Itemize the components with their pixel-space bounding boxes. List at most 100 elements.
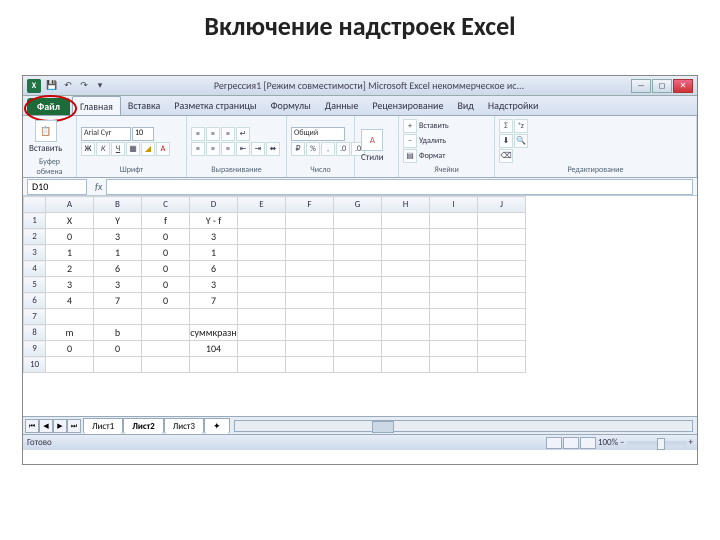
cell[interactable] bbox=[190, 357, 238, 373]
tab-data[interactable]: Данные bbox=[318, 96, 366, 115]
cell[interactable] bbox=[286, 213, 334, 229]
cell[interactable] bbox=[382, 261, 430, 277]
cell[interactable] bbox=[382, 325, 430, 341]
fill-button[interactable]: ⬇ bbox=[499, 134, 513, 148]
cell[interactable]: 3 bbox=[190, 229, 238, 245]
page-break-view-button[interactable] bbox=[580, 437, 596, 449]
cell[interactable]: 1 bbox=[190, 245, 238, 261]
cell[interactable] bbox=[94, 309, 142, 325]
sheet-tab-3[interactable]: Лист3 bbox=[164, 418, 204, 434]
col-A[interactable]: A bbox=[46, 197, 94, 213]
redo-icon[interactable]: ↷ bbox=[77, 79, 91, 93]
italic-button[interactable]: К bbox=[96, 142, 110, 156]
merge-button[interactable]: ⬌ bbox=[266, 142, 280, 156]
sheet-next-button[interactable]: ▶ bbox=[53, 419, 67, 433]
cell[interactable]: X bbox=[46, 213, 94, 229]
qat-dropdown-icon[interactable]: ▾ bbox=[93, 79, 107, 93]
wrap-button[interactable]: ↵ bbox=[236, 127, 250, 141]
cell[interactable] bbox=[430, 325, 478, 341]
cell[interactable] bbox=[334, 229, 382, 245]
col-F[interactable]: F bbox=[286, 197, 334, 213]
col-J[interactable]: J bbox=[478, 197, 526, 213]
cell[interactable]: 104 bbox=[190, 341, 238, 357]
sheet-tab-2[interactable]: Лист2 bbox=[123, 418, 164, 434]
cell[interactable]: 0 bbox=[46, 341, 94, 357]
row-3[interactable]: 3 bbox=[24, 245, 46, 261]
cell[interactable] bbox=[286, 293, 334, 309]
cell[interactable]: 6 bbox=[94, 261, 142, 277]
cell[interactable] bbox=[334, 277, 382, 293]
cell[interactable] bbox=[334, 325, 382, 341]
cell[interactable] bbox=[382, 213, 430, 229]
cell[interactable] bbox=[478, 309, 526, 325]
cell[interactable]: 6 bbox=[190, 261, 238, 277]
cell[interactable] bbox=[334, 213, 382, 229]
cell[interactable] bbox=[238, 213, 286, 229]
cell[interactable] bbox=[190, 309, 238, 325]
cell[interactable]: 3 bbox=[94, 229, 142, 245]
cell[interactable] bbox=[334, 357, 382, 373]
delete-cells-button[interactable]: −Удалить bbox=[403, 134, 449, 148]
comma-button[interactable]: , bbox=[321, 142, 335, 156]
format-cells-button[interactable]: ▤Формат bbox=[403, 149, 449, 163]
align-top-button[interactable]: ≡ bbox=[191, 127, 205, 141]
cell[interactable] bbox=[430, 277, 478, 293]
indent-inc-button[interactable]: ⇥ bbox=[251, 142, 265, 156]
tab-page-layout[interactable]: Разметка страницы bbox=[167, 96, 263, 115]
cell[interactable] bbox=[46, 309, 94, 325]
cell[interactable] bbox=[286, 245, 334, 261]
zoom-slider[interactable] bbox=[627, 441, 687, 445]
cell[interactable]: b bbox=[94, 325, 142, 341]
cell[interactable] bbox=[382, 357, 430, 373]
cell[interactable] bbox=[430, 261, 478, 277]
cell[interactable] bbox=[142, 325, 190, 341]
currency-button[interactable]: ₽ bbox=[291, 142, 305, 156]
row-9[interactable]: 9 bbox=[24, 341, 46, 357]
col-C[interactable]: C bbox=[142, 197, 190, 213]
zoom-level[interactable]: 100% bbox=[598, 437, 618, 448]
row-10[interactable]: 10 bbox=[24, 357, 46, 373]
cell[interactable] bbox=[286, 229, 334, 245]
cell[interactable]: 0 bbox=[94, 341, 142, 357]
cell[interactable] bbox=[334, 245, 382, 261]
row-5[interactable]: 5 bbox=[24, 277, 46, 293]
cell[interactable] bbox=[430, 293, 478, 309]
cell[interactable]: 3 bbox=[94, 277, 142, 293]
cell[interactable] bbox=[382, 293, 430, 309]
cell[interactable]: 7 bbox=[190, 293, 238, 309]
cell[interactable]: 0 bbox=[142, 293, 190, 309]
tab-formulas[interactable]: Формулы bbox=[264, 96, 318, 115]
border-button[interactable]: ▦ bbox=[126, 142, 140, 156]
align-bot-button[interactable]: ≡ bbox=[221, 127, 235, 141]
cell[interactable]: 2 bbox=[46, 261, 94, 277]
cell[interactable] bbox=[142, 341, 190, 357]
cell[interactable] bbox=[478, 229, 526, 245]
inc-decimal-button[interactable]: .0 bbox=[336, 142, 350, 156]
cell[interactable] bbox=[238, 229, 286, 245]
cell[interactable] bbox=[238, 261, 286, 277]
undo-icon[interactable]: ↶ bbox=[61, 79, 75, 93]
cell[interactable]: 0 bbox=[142, 229, 190, 245]
autosum-button[interactable]: Σ bbox=[499, 119, 513, 133]
cell[interactable]: 3 bbox=[46, 277, 94, 293]
row-4[interactable]: 4 bbox=[24, 261, 46, 277]
select-all[interactable] bbox=[24, 197, 46, 213]
tab-file[interactable]: Файл bbox=[27, 98, 70, 115]
align-center-button[interactable]: ≡ bbox=[206, 142, 220, 156]
paste-button[interactable]: 📋Вставить bbox=[27, 118, 64, 156]
cell[interactable] bbox=[286, 357, 334, 373]
col-H[interactable]: H bbox=[382, 197, 430, 213]
col-D[interactable]: D bbox=[190, 197, 238, 213]
sort-filter-button[interactable]: ᵃz bbox=[514, 119, 528, 133]
save-icon[interactable]: 💾 bbox=[45, 79, 59, 93]
col-E[interactable]: E bbox=[238, 197, 286, 213]
cell[interactable]: m bbox=[46, 325, 94, 341]
cell[interactable] bbox=[430, 357, 478, 373]
cell[interactable] bbox=[286, 277, 334, 293]
cell[interactable] bbox=[238, 293, 286, 309]
row-8[interactable]: 8 bbox=[24, 325, 46, 341]
align-mid-button[interactable]: ≡ bbox=[206, 127, 220, 141]
cell[interactable]: 1 bbox=[94, 245, 142, 261]
minimize-button[interactable]: — bbox=[631, 79, 651, 93]
cell[interactable]: f bbox=[142, 213, 190, 229]
